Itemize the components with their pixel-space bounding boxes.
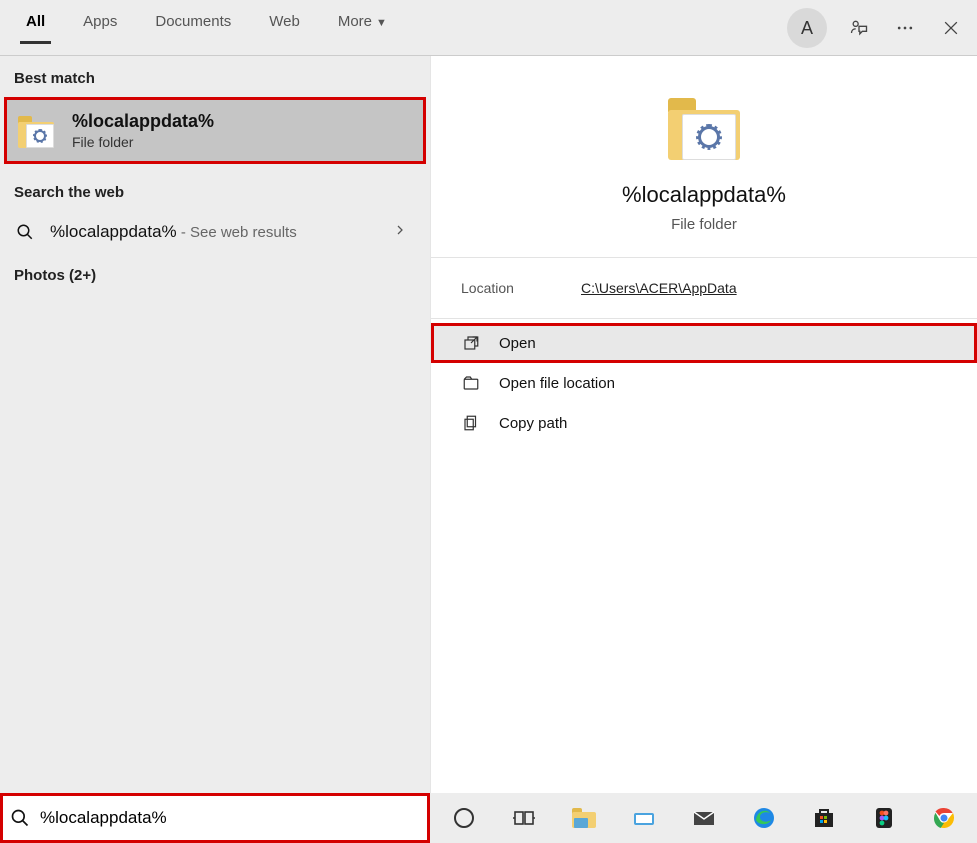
preview-subtitle: File folder <box>671 216 737 233</box>
folder-icon <box>18 114 54 148</box>
search-icon <box>10 808 30 828</box>
bottom-bar <box>0 793 977 843</box>
location-value[interactable]: C:\Users\ACER\AppData <box>581 280 737 296</box>
action-copy-path-label: Copy path <box>499 415 567 432</box>
preview-summary: %localappdata% File folder <box>431 56 977 258</box>
photos-heading[interactable]: Photos (2+) <box>0 253 430 294</box>
tab-web[interactable]: Web <box>255 5 314 50</box>
web-suffix-text: - See web results <box>177 224 297 241</box>
preview-title: %localappdata% <box>622 182 786 208</box>
search-web-heading: Search the web <box>0 170 430 211</box>
figma-icon[interactable] <box>870 804 898 832</box>
action-open-location-label: Open file location <box>499 375 615 392</box>
taskbar <box>430 804 977 832</box>
web-result-text: %localappdata% - See web results <box>50 222 297 242</box>
main: Best match %localappdata% File folder Se… <box>0 56 977 793</box>
preview-actions: Open Open file location Copy path <box>431 319 977 447</box>
tab-more[interactable]: More ▼ <box>324 5 401 50</box>
open-icon <box>461 333 481 353</box>
best-match-result[interactable]: %localappdata% File folder <box>4 97 426 164</box>
copy-icon <box>461 413 481 433</box>
avatar-initial: A <box>801 18 813 39</box>
tab-documents[interactable]: Documents <box>141 5 245 50</box>
search-icon <box>14 221 36 243</box>
location-row: Location C:\Users\ACER\AppData <box>431 258 977 319</box>
search-scope-tabs: All Apps Documents Web More ▼ <box>12 5 401 50</box>
best-match-heading: Best match <box>0 56 430 97</box>
action-open-label: Open <box>499 335 536 352</box>
folder-location-icon <box>461 373 481 393</box>
best-match-subtitle: File folder <box>72 134 214 150</box>
feedback-icon[interactable] <box>845 14 873 42</box>
tab-all[interactable]: All <box>12 5 59 50</box>
chevron-down-icon: ▼ <box>376 17 387 29</box>
tab-more-label: More <box>338 13 372 30</box>
file-explorer-icon[interactable] <box>570 804 598 832</box>
header: All Apps Documents Web More ▼ A <box>0 0 977 56</box>
best-match-title: %localappdata% <box>72 111 214 132</box>
chevron-right-icon <box>394 222 406 243</box>
action-open-file-location[interactable]: Open file location <box>431 363 977 403</box>
location-label: Location <box>461 280 581 296</box>
folder-icon <box>668 96 740 160</box>
web-result[interactable]: %localappdata% - See web results <box>0 211 430 253</box>
keyboard-app-icon[interactable] <box>630 804 658 832</box>
mail-icon[interactable] <box>690 804 718 832</box>
search-box[interactable] <box>0 793 430 843</box>
more-options-icon[interactable] <box>891 14 919 42</box>
action-copy-path[interactable]: Copy path <box>431 403 977 443</box>
web-query-text: %localappdata% <box>50 222 177 241</box>
close-icon[interactable] <box>937 14 965 42</box>
task-view-icon[interactable] <box>510 804 538 832</box>
action-open[interactable]: Open <box>431 323 977 363</box>
preview-pane: %localappdata% File folder Location C:\U… <box>430 56 977 793</box>
header-right: A <box>787 0 965 56</box>
best-match-text: %localappdata% File folder <box>72 111 214 150</box>
chrome-icon[interactable] <box>930 804 958 832</box>
edge-icon[interactable] <box>750 804 778 832</box>
user-avatar[interactable]: A <box>787 8 827 48</box>
cortana-icon[interactable] <box>450 804 478 832</box>
microsoft-store-icon[interactable] <box>810 804 838 832</box>
search-input[interactable] <box>40 808 420 828</box>
results-pane: Best match %localappdata% File folder Se… <box>0 56 430 793</box>
tab-apps[interactable]: Apps <box>69 5 131 50</box>
